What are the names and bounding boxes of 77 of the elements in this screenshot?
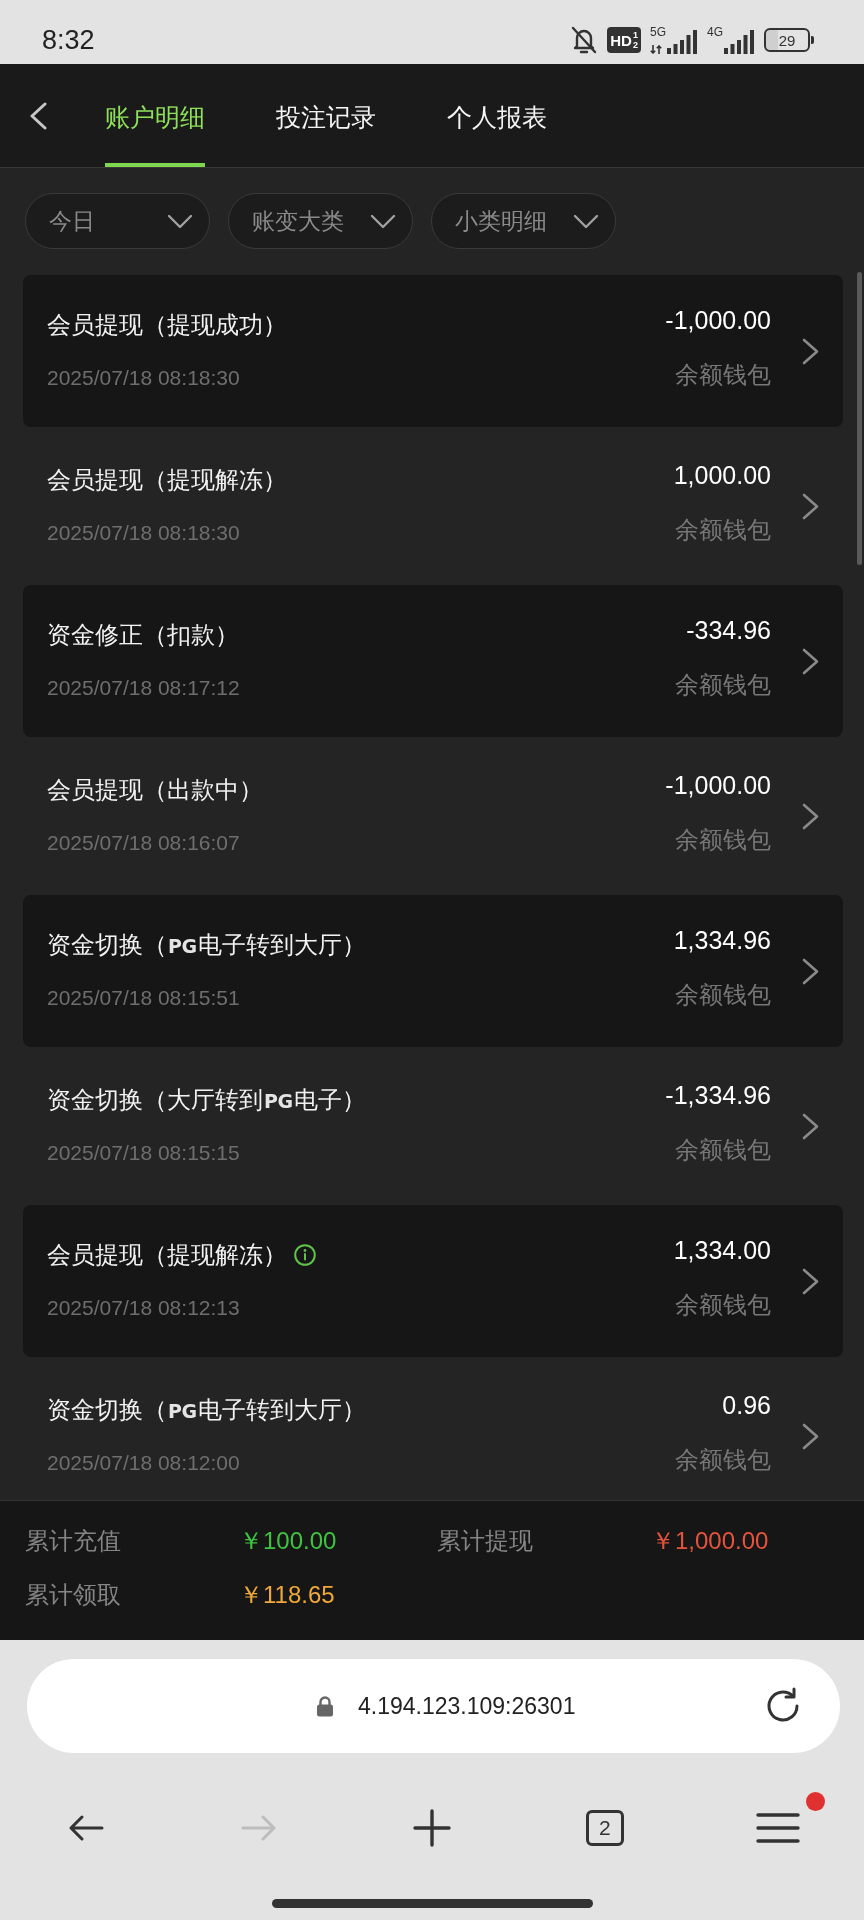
wallet-label: 余额钱包 — [675, 980, 771, 1010]
transaction-title: 会员提现（提现解冻） — [47, 1240, 287, 1270]
chevron-right-icon — [802, 647, 819, 675]
transaction-title: 资金切换（PG电子转到大厅） — [47, 929, 366, 960]
plus-icon[interactable] — [413, 1809, 451, 1847]
transaction-time: 2025/07/18 08:18:30 — [47, 520, 241, 546]
transaction-time: 2025/07/18 08:15:15 — [47, 1140, 241, 1166]
transaction-amount: -1,000.00 — [665, 305, 771, 335]
network-label: 5G — [649, 26, 666, 38]
transaction-time: 2025/07/18 08:12:13 — [47, 1295, 241, 1321]
address-text: 4.194.123.109:26301 — [358, 1692, 577, 1720]
filter-dropdown[interactable]: 小类明细 — [431, 193, 616, 249]
transaction-card[interactable]: 会员提现（提现成功） 2025/07/18 08:18:30 -1,000.00 余额钱包 — [23, 275, 843, 427]
transaction-title: 资金切换（大厅转到PG电子） — [47, 1084, 366, 1115]
transaction-title: 资金切换（PG电子转到大厅） — [47, 1394, 366, 1425]
transaction-amount: -1,000.00 — [665, 770, 771, 800]
wallet-label: 余额钱包 — [675, 360, 771, 390]
bell-muted-icon — [570, 25, 599, 55]
lock-icon — [316, 1695, 334, 1717]
chevron-down-icon — [573, 213, 599, 229]
transaction-title: 会员提现（提现解冻） — [47, 465, 287, 495]
info-icon[interactable] — [294, 1244, 316, 1266]
summary-label: 累计提现 — [437, 1526, 534, 1556]
back-arrow-icon[interactable] — [68, 1814, 105, 1842]
transaction-title: 资金修正（扣款） — [47, 620, 239, 650]
wallet-label: 余额钱包 — [675, 670, 771, 700]
chevron-right-icon — [802, 1422, 819, 1450]
transaction-time: 2025/07/18 08:18:30 — [47, 365, 241, 391]
transaction-amount: 1,334.00 — [673, 1235, 771, 1265]
chevron-right-icon — [802, 1267, 819, 1295]
signal-icon — [724, 30, 755, 54]
battery-indicator: 29 — [764, 28, 814, 52]
transaction-card[interactable]: 会员提现（提现解冻） 2025/07/18 08:12:13 1,334.00 余额钱包 — [23, 1205, 843, 1357]
chevron-right-icon — [802, 337, 819, 365]
transaction-amount: 1,000.00 — [673, 460, 771, 490]
chevron-right-icon — [802, 492, 819, 520]
transaction-amount: -1,334.96 — [665, 1080, 771, 1110]
signal-icon — [667, 30, 698, 54]
filter-dropdown[interactable]: 账变大类 — [228, 193, 413, 249]
wallet-label: 余额钱包 — [675, 1445, 771, 1475]
transaction-amount: 0.96 — [722, 1390, 771, 1420]
sim-number: 1 — [632, 30, 638, 40]
transaction-card[interactable]: 资金切换（PG电子转到大厅） 2025/07/18 08:15:51 1,334.96 余额钱包 — [23, 895, 843, 1047]
chevron-right-icon — [802, 1112, 819, 1140]
summary-label: 累计充值 — [25, 1526, 122, 1556]
summary-label: 累计领取 — [25, 1580, 122, 1610]
status-time: 8:32 — [42, 24, 96, 56]
transaction-time: 2025/07/18 08:16:07 — [47, 830, 241, 856]
filter-dropdown[interactable]: 今日 — [25, 193, 210, 249]
address-bar[interactable]: 4.194.123.109:26301 — [27, 1659, 840, 1753]
transaction-time: 2025/07/18 08:12:00 — [47, 1450, 241, 1476]
wallet-label: 余额钱包 — [675, 1135, 771, 1165]
chevron-down-icon — [167, 213, 193, 229]
transaction-time: 2025/07/18 08:17:12 — [47, 675, 241, 701]
chevron-right-icon — [802, 957, 819, 985]
transaction-amount: -334.96 — [686, 615, 771, 645]
summary-value: ￥100.00 — [239, 1526, 338, 1556]
summary-value: ￥118.65 — [239, 1580, 336, 1610]
sim-number: 2 — [632, 40, 638, 50]
tab[interactable]: 投注记录 — [276, 64, 376, 167]
wallet-label: 余额钱包 — [675, 1290, 771, 1320]
transaction-title: 会员提现（出款中） — [47, 775, 263, 805]
chevron-down-icon — [370, 213, 396, 229]
wallet-label: 余额钱包 — [675, 515, 771, 545]
transaction-time: 2025/07/18 08:15:51 — [47, 985, 241, 1011]
summary-value: ￥1,000.00 — [651, 1526, 770, 1556]
tab-count-button[interactable]: 2 — [585, 1810, 624, 1846]
back-icon[interactable] — [28, 101, 48, 130]
transaction-amount: 1,334.96 — [673, 925, 771, 955]
network-label: 4G — [707, 26, 723, 38]
tab[interactable]: 个人报表 — [447, 64, 547, 167]
wallet-label: 余额钱包 — [675, 825, 771, 855]
hd-label: HD — [610, 31, 632, 49]
transaction-title: 会员提现（提现成功） — [47, 310, 287, 340]
transaction-card[interactable]: 资金修正（扣款） 2025/07/18 08:17:12 -334.96 余额钱包 — [23, 585, 843, 737]
chevron-right-icon — [802, 802, 819, 830]
menu-icon[interactable] — [755, 1812, 800, 1844]
